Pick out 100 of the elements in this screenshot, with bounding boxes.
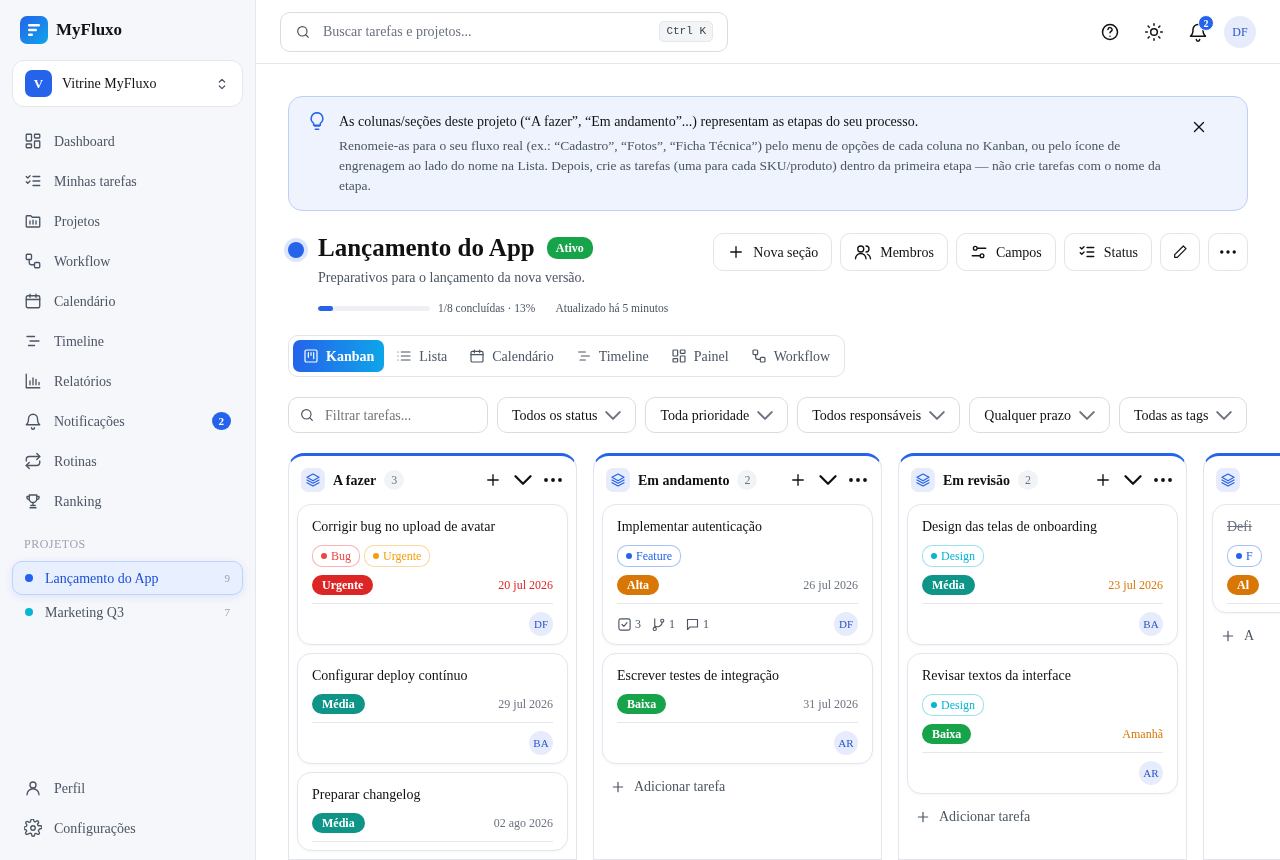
project-name: Lançamento do App bbox=[45, 569, 159, 588]
more-icon bbox=[849, 478, 867, 483]
nav-item[interactable]: Configurações bbox=[12, 808, 243, 848]
task-title: Escrever testes de integração bbox=[617, 667, 781, 686]
grid-icon bbox=[24, 132, 42, 150]
assignee-avatar: DF bbox=[834, 612, 858, 637]
brand-name: MyFluxo bbox=[56, 19, 123, 42]
nav-item[interactable]: Relatórios bbox=[12, 361, 243, 401]
search-bar[interactable]: Buscar tarefas e projetos... Ctrl K bbox=[280, 11, 728, 52]
notification-badge: 2 bbox=[1198, 14, 1214, 31]
tag-label: F bbox=[1246, 548, 1253, 566]
project-item[interactable]: Lançamento do App 9 bbox=[12, 561, 243, 595]
nav-item[interactable]: Projetos bbox=[12, 201, 243, 241]
collapse-button[interactable] bbox=[512, 473, 534, 488]
layers-icon bbox=[1216, 468, 1240, 493]
view-tab[interactable]: Painel bbox=[660, 340, 739, 373]
task-card[interactable]: Defi F Al bbox=[1212, 504, 1280, 614]
task-title: Implementar autenticação bbox=[617, 518, 763, 537]
more-icon bbox=[1220, 250, 1236, 254]
more-button[interactable] bbox=[847, 476, 869, 485]
nav-item[interactable]: Minhas tarefas bbox=[12, 161, 243, 201]
view-tab[interactable]: Timeline bbox=[565, 340, 659, 373]
keyboard-shortcut: Ctrl K bbox=[659, 21, 713, 42]
members-button[interactable]: Membros bbox=[840, 233, 948, 271]
filter-dropdown[interactable]: Qualquer prazo bbox=[969, 397, 1110, 434]
due-date: Amanhã bbox=[1122, 726, 1163, 744]
task-card[interactable]: Escrever testes de integração Baixa 31 jul 2026 AR bbox=[602, 653, 873, 765]
workflow-icon bbox=[24, 252, 42, 270]
task-title: Revisar textos da interface bbox=[922, 667, 1072, 686]
edit-button[interactable] bbox=[1160, 233, 1200, 271]
chevron-down-icon bbox=[1078, 410, 1095, 420]
help-icon bbox=[1100, 21, 1120, 42]
assignee-avatar: DF bbox=[529, 612, 553, 637]
workspace-switcher[interactable]: V Vitrine MyFluxo bbox=[12, 60, 243, 107]
project-name: Marketing Q3 bbox=[45, 603, 124, 622]
status-button[interactable]: Status bbox=[1063, 233, 1152, 271]
new-section-button[interactable]: Nova seção bbox=[713, 233, 833, 271]
nav-item[interactable]: Timeline bbox=[12, 321, 243, 361]
tag-label: Design bbox=[941, 548, 975, 566]
more-button[interactable] bbox=[1152, 476, 1174, 485]
nav-item[interactable]: Perfil bbox=[12, 768, 243, 808]
chevron-down-icon bbox=[605, 410, 622, 420]
notifications-button[interactable]: 2 bbox=[1180, 13, 1216, 50]
project-item[interactable]: Marketing Q3 7 bbox=[12, 595, 243, 629]
bell-icon bbox=[1188, 21, 1208, 42]
filter-dropdown[interactable]: Todos responsáveis bbox=[797, 397, 961, 434]
view-tab[interactable]: Lista bbox=[386, 340, 458, 373]
due-date: 23 jul 2026 bbox=[1108, 577, 1163, 595]
priority-badge: Alta bbox=[617, 575, 659, 596]
workspace-avatar: V bbox=[25, 70, 52, 97]
collapse-button[interactable] bbox=[1122, 473, 1144, 488]
view-tab[interactable]: Kanban bbox=[293, 340, 385, 373]
nav-item[interactable]: Workflow bbox=[12, 241, 243, 281]
view-tab[interactable]: Calendário bbox=[459, 340, 564, 373]
trophy-icon bbox=[24, 492, 42, 510]
grid-icon bbox=[670, 348, 687, 365]
task-title: Design das telas de onboarding bbox=[922, 518, 1098, 537]
progress-text: 1/8 concluídas · 13% bbox=[438, 301, 536, 316]
add-task-button[interactable]: A bbox=[1212, 621, 1263, 651]
updated-text: Atualizado há 5 minutos bbox=[555, 301, 669, 316]
lightbulb-icon bbox=[307, 111, 327, 131]
calendar-icon bbox=[24, 292, 42, 310]
fields-button[interactable]: Campos bbox=[955, 233, 1056, 271]
nav-item[interactable]: Notificações 2 bbox=[12, 401, 243, 441]
search-field[interactable]: Buscar tarefas e projetos... bbox=[321, 20, 650, 43]
more-button[interactable] bbox=[542, 476, 564, 485]
folder-icon bbox=[24, 212, 42, 230]
nav-item[interactable]: Calendário bbox=[12, 281, 243, 321]
filter-dropdown[interactable]: Todas as tags bbox=[1118, 397, 1248, 434]
view-tab[interactable]: Workflow bbox=[740, 340, 841, 373]
task-card[interactable]: Corrigir bug no upload de avatar Bug Urgente Urgente 20 jul 2026 DF bbox=[297, 504, 568, 646]
collapse-button[interactable] bbox=[817, 473, 839, 488]
task-card[interactable]: Design das telas de onboarding Design Média 23 jul 2026 BA bbox=[907, 504, 1178, 646]
nav-item[interactable]: Ranking bbox=[12, 481, 243, 521]
sliders-icon bbox=[969, 243, 988, 261]
project-title: Lançamento do App bbox=[318, 233, 535, 263]
task-card[interactable]: Revisar textos da interface Design Baixa Amanhã AR bbox=[907, 653, 1178, 795]
add-task-button[interactable]: Adicionar tarefa bbox=[907, 802, 1039, 832]
filter-dropdown[interactable]: Toda prioridade bbox=[645, 397, 789, 434]
more-icon bbox=[1154, 478, 1172, 483]
priority-badge: Baixa bbox=[617, 694, 667, 715]
priority-badge: Urgente bbox=[312, 575, 374, 596]
task-card[interactable]: Implementar autenticação Feature Alta 26 jul 2026 3 1 1 DF bbox=[602, 504, 873, 646]
count-badge: 2 bbox=[1018, 470, 1038, 491]
filter-bar[interactable]: Filtrar tarefas... bbox=[288, 397, 488, 434]
nav-item[interactable]: Rotinas bbox=[12, 441, 243, 481]
sun-icon bbox=[1144, 21, 1164, 42]
add-task-button[interactable]: Adicionar tarefa bbox=[602, 772, 734, 802]
task-card[interactable]: Configurar deploy contínuo Média 29 jul 2026 BA bbox=[297, 653, 568, 765]
assignee-avatar: BA bbox=[529, 731, 553, 756]
user-avatar[interactable]: DF bbox=[1224, 15, 1256, 48]
banner-title: As colunas/seções deste projeto (“A fazer”, “Em andamento”...) representam as etapas do seu processo. bbox=[339, 113, 920, 131]
chevron-down-icon bbox=[1124, 475, 1142, 486]
filter-dropdown[interactable]: Todos os status bbox=[497, 397, 637, 434]
count-badge: 2 bbox=[737, 470, 758, 491]
workflow-icon bbox=[750, 348, 767, 365]
due-date: 29 jul 2026 bbox=[498, 696, 553, 714]
priority-badge: Média bbox=[922, 575, 975, 596]
nav-item[interactable]: Dashboard bbox=[12, 121, 243, 161]
task-card[interactable]: Preparar changelog Média 02 ago 2026 bbox=[297, 772, 568, 852]
